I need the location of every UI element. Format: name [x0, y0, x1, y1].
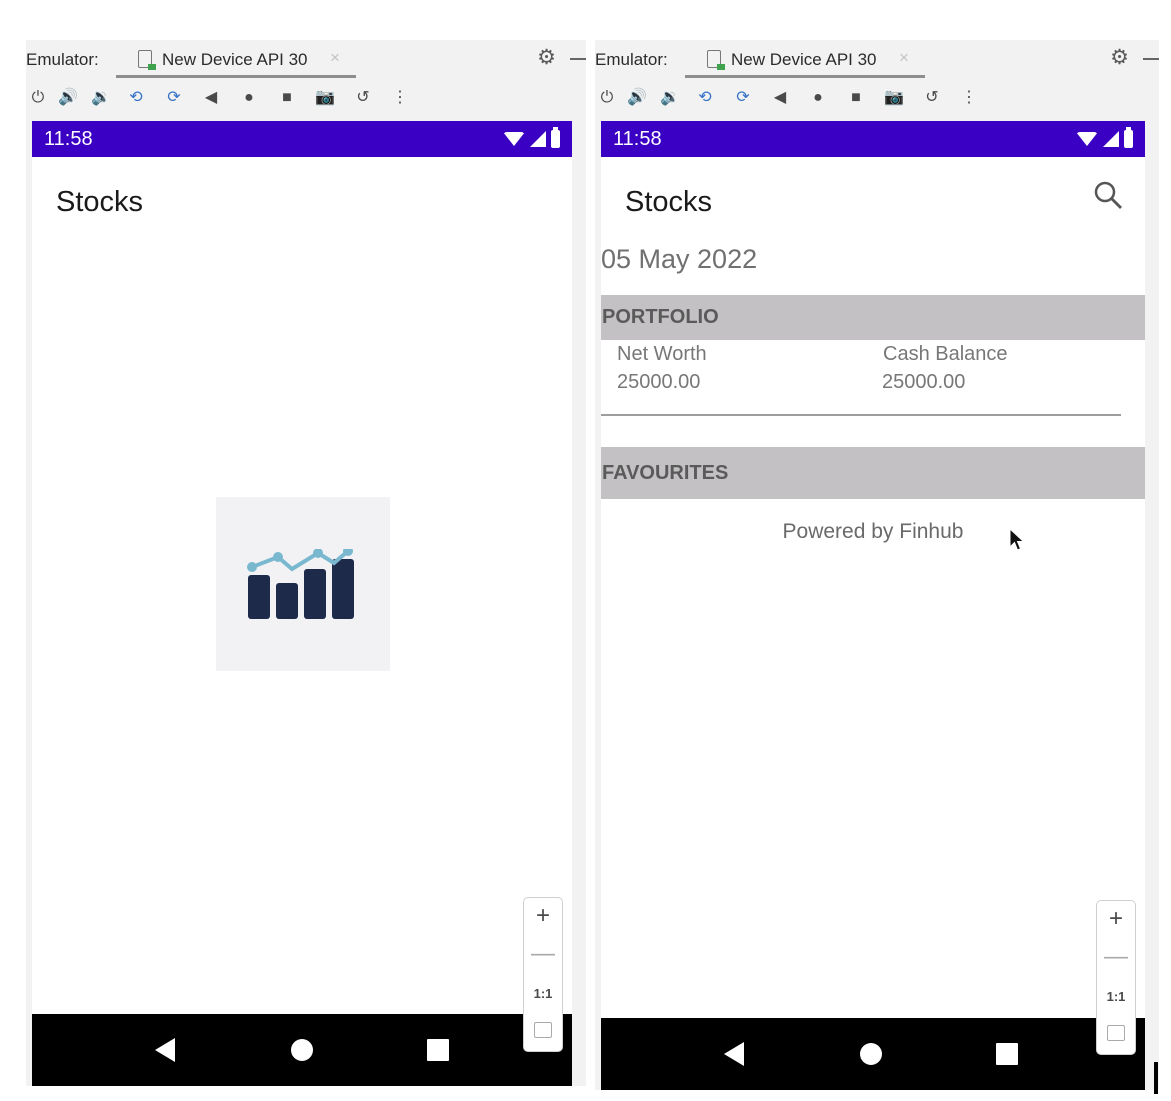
minimize-icon[interactable]: [1143, 58, 1159, 60]
home-icon[interactable]: ●: [806, 86, 830, 110]
stock-chart-logo-icon: [247, 549, 354, 619]
minimize-icon[interactable]: [570, 58, 586, 60]
close-tab-icon[interactable]: ×: [330, 48, 340, 68]
emulator-panel-left: Emulator: New Device API 30 × ⚙ ⏻ 🔊 🔉 ⟲ …: [26, 40, 586, 1086]
fit-screen-icon[interactable]: [1107, 1025, 1125, 1041]
rotate-left-icon[interactable]: ⟲: [124, 86, 148, 110]
emulator-toolbar: ⏻ 🔊 🔉 ⟲ ⟳ ◀ ● ■ 📷 ↺ ⋮: [595, 86, 1159, 114]
nav-back-icon[interactable]: [724, 1042, 744, 1066]
cash-balance-value: 25000.00: [882, 371, 966, 393]
volume-down-icon[interactable]: 🔉: [89, 86, 113, 110]
power-icon[interactable]: ⏻: [595, 86, 619, 110]
battery-icon: [551, 127, 560, 148]
app-title: Stocks: [625, 186, 713, 218]
device-screen[interactable]: 11:58 Stocks: [32, 121, 572, 1086]
battery-icon: [1124, 127, 1133, 148]
splash-logo: [216, 497, 390, 671]
cash-balance-label: Cash Balance: [883, 343, 1008, 365]
status-icons: [1076, 127, 1133, 149]
device-screen[interactable]: 11:58 Stocks 05 May 2022 PORTFOLIO Net W…: [601, 121, 1145, 1090]
nav-recents-icon[interactable]: [427, 1039, 449, 1061]
power-icon[interactable]: ⏻: [26, 86, 50, 110]
signal-icon: [1103, 131, 1119, 147]
volume-down-icon[interactable]: 🔉: [658, 86, 682, 110]
net-worth-label: Net Worth: [617, 343, 707, 365]
emulator-tabbar: Emulator: New Device API 30 × ⚙: [26, 40, 586, 78]
volume-up-icon[interactable]: 🔊: [56, 86, 80, 110]
zoom-controls: + — 1:1: [523, 897, 563, 1052]
back-icon[interactable]: ◀: [199, 86, 223, 110]
close-tab-icon[interactable]: ×: [899, 48, 909, 68]
overview-icon[interactable]: ■: [844, 86, 868, 110]
status-bar: 11:58: [32, 121, 572, 157]
portfolio-divider: [601, 414, 1121, 416]
screenshot-icon[interactable]: 📷: [313, 86, 337, 110]
device-icon: [707, 50, 725, 70]
volume-up-icon[interactable]: 🔊: [625, 86, 649, 110]
device-icon: [138, 50, 156, 70]
status-time: 11:58: [44, 128, 93, 150]
net-worth-value: 25000.00: [617, 371, 701, 393]
powered-by-link[interactable]: Powered by Finhub: [601, 520, 1145, 544]
nav-back-icon[interactable]: [155, 1038, 175, 1062]
snapshot-icon[interactable]: ↺: [920, 86, 944, 110]
status-icons: [503, 127, 560, 149]
android-nav-bar: [32, 1014, 572, 1086]
emulator-label: Emulator:: [595, 50, 668, 69]
app-title: Stocks: [56, 186, 144, 218]
more-icon[interactable]: ⋮: [388, 86, 412, 110]
zoom-in-button[interactable]: +: [1097, 907, 1135, 931]
zoom-out-button[interactable]: —: [1097, 945, 1135, 969]
status-bar: 11:58: [601, 121, 1145, 157]
device-tab-title: New Device API 30: [162, 50, 308, 69]
screenshot-icon[interactable]: 📷: [882, 86, 906, 110]
wifi-icon: [1076, 132, 1098, 146]
overview-icon[interactable]: ■: [275, 86, 299, 110]
mouse-pointer-icon: [1009, 528, 1025, 551]
fit-screen-icon[interactable]: [534, 1022, 552, 1038]
signal-icon: [530, 131, 546, 147]
back-icon[interactable]: ◀: [768, 86, 792, 110]
more-icon[interactable]: ⋮: [957, 86, 981, 110]
zoom-actual-size-button[interactable]: 1:1: [1097, 989, 1135, 1004]
emulator-toolbar: ⏻ 🔊 🔉 ⟲ ⟳ ◀ ● ■ 📷 ↺ ⋮: [26, 86, 586, 114]
device-tab[interactable]: New Device API 30 ×: [685, 40, 925, 78]
zoom-out-button[interactable]: —: [524, 942, 562, 966]
snapshot-icon[interactable]: ↺: [351, 86, 375, 110]
rotate-right-icon[interactable]: ⟳: [162, 86, 186, 110]
emulator-tabbar: Emulator: New Device API 30 × ⚙: [595, 40, 1159, 78]
text-caret: [1154, 1062, 1158, 1094]
zoom-in-button[interactable]: +: [524, 904, 562, 928]
nav-home-icon[interactable]: [291, 1039, 313, 1061]
android-nav-bar: [601, 1018, 1145, 1090]
status-time: 11:58: [613, 128, 662, 150]
rotate-left-icon[interactable]: ⟲: [693, 86, 717, 110]
zoom-controls: + — 1:1: [1096, 900, 1136, 1055]
device-tab[interactable]: New Device API 30 ×: [116, 40, 356, 78]
rotate-right-icon[interactable]: ⟳: [731, 86, 755, 110]
nav-home-icon[interactable]: [860, 1043, 882, 1065]
search-icon[interactable]: [1093, 180, 1123, 210]
emulator-panel-right: Emulator: New Device API 30 × ⚙ ⏻ 🔊 🔉 ⟲ …: [595, 40, 1159, 1090]
favourites-section-header: FAVOURITES: [601, 447, 1145, 499]
zoom-actual-size-button[interactable]: 1:1: [524, 986, 562, 1001]
portfolio-section-header: PORTFOLIO: [601, 295, 1145, 340]
wifi-icon: [503, 132, 525, 146]
device-tab-title: New Device API 30: [731, 50, 877, 69]
settings-gear-icon[interactable]: ⚙: [1110, 45, 1129, 70]
home-icon[interactable]: ●: [237, 86, 261, 110]
current-date: 05 May 2022: [601, 244, 758, 274]
emulator-label: Emulator:: [26, 50, 99, 69]
settings-gear-icon[interactable]: ⚙: [537, 45, 556, 70]
nav-recents-icon[interactable]: [996, 1043, 1018, 1065]
